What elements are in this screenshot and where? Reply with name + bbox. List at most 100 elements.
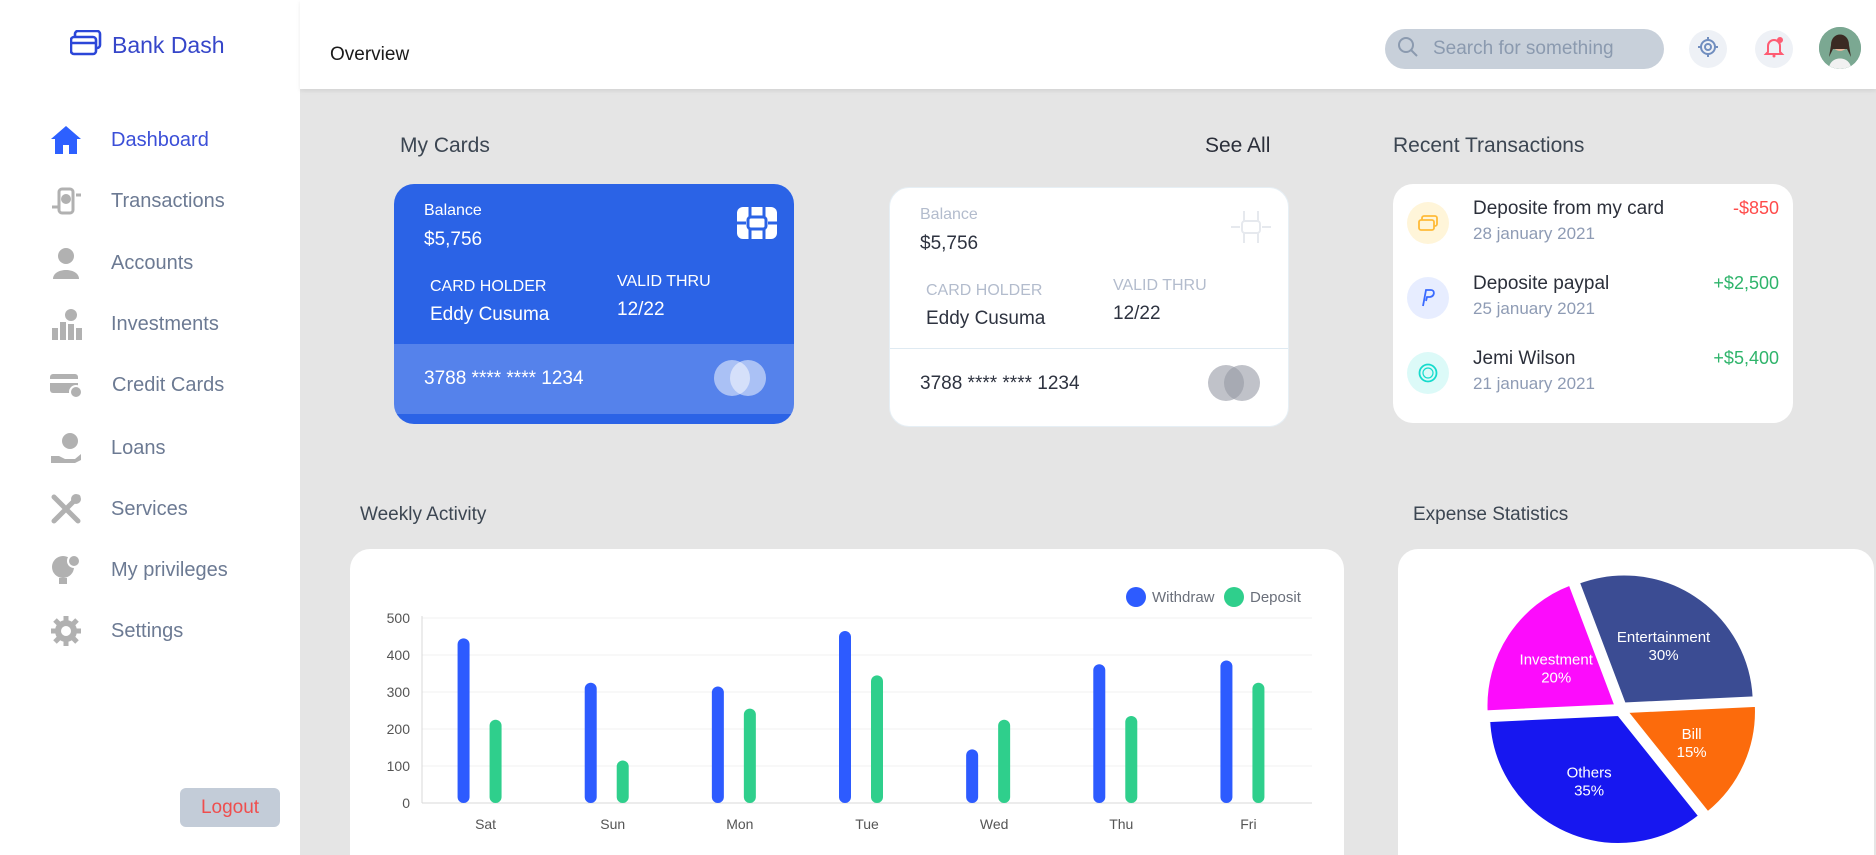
sidebar-item-services[interactable]: Services <box>48 489 188 529</box>
search-icon <box>1397 36 1419 63</box>
x-tick-label: Sun <box>600 816 625 832</box>
cards-logo-icon <box>69 29 102 61</box>
see-all-link[interactable]: See All <box>1205 134 1270 158</box>
sidebar-item-label: Investments <box>111 312 219 335</box>
card-brand-icon <box>1208 365 1262 401</box>
transaction-item[interactable]: Deposite from my card 28 january 2021 -$… <box>1407 194 1779 250</box>
pie-value: 35% <box>1574 783 1604 800</box>
logout-button[interactable]: Logout <box>180 788 280 827</box>
bar-withdraw <box>1093 664 1106 803</box>
sidebar-item-label: Services <box>111 497 188 520</box>
x-tick-label: Tue <box>855 816 879 832</box>
card-brand-icon <box>714 360 768 396</box>
transaction-amount: +$5,400 <box>1713 348 1779 368</box>
transaction-item[interactable]: Jemi Wilson 21 january 2021 +$5,400 <box>1407 344 1779 400</box>
gear-icon <box>1697 36 1719 63</box>
bar-deposit <box>1125 716 1138 803</box>
avatar[interactable] <box>1819 27 1861 69</box>
sidebar-item-label: Dashboard <box>111 128 209 151</box>
sidebar-item-credit-cards[interactable]: Credit Cards <box>48 365 224 405</box>
credit-card-primary[interactable]: Balance $5,756 CARD HOLDER Eddy Cusuma V… <box>394 184 794 424</box>
x-tick-label: Thu <box>1109 816 1133 832</box>
lightbulb-icon <box>48 552 84 588</box>
bell-icon <box>1763 36 1785 63</box>
pie-label: Investment <box>1520 651 1594 668</box>
transaction-item[interactable]: Deposite paypal 25 january 2021 +$2,500 <box>1407 269 1779 325</box>
valid-thru-label: VALID THRU <box>617 273 711 290</box>
paypal-icon <box>1407 277 1449 319</box>
transaction-amount: +$2,500 <box>1713 273 1779 293</box>
sidebar-item-label: Settings <box>111 619 184 642</box>
transaction-date: 28 january 2021 <box>1473 224 1595 243</box>
y-tick-label: 300 <box>387 684 411 700</box>
search-input[interactable] <box>1433 38 1643 60</box>
sidebar-item-label: My privileges <box>111 558 228 581</box>
card-footer: 3788 **** **** 1234 <box>890 348 1288 418</box>
sidebar-item-label: Credit Cards <box>112 373 225 396</box>
brand[interactable]: Bank Dash <box>69 29 225 61</box>
dollar-icon <box>1407 352 1449 394</box>
user-icon <box>48 245 84 281</box>
bar-withdraw <box>1220 660 1233 803</box>
bar-withdraw <box>711 686 724 803</box>
sidebar-item-privileges[interactable]: My privileges <box>48 550 228 590</box>
card-number: 3788 **** **** 1234 <box>424 368 584 389</box>
card-footer: 3788 **** **** 1234 <box>394 344 794 414</box>
pie-label: Bill <box>1682 726 1702 743</box>
bar-withdraw <box>457 638 470 803</box>
balance-label: Balance <box>424 202 482 219</box>
settings-icon <box>48 613 84 649</box>
balance-label: Balance <box>920 206 978 223</box>
sidebar-item-loans[interactable]: Loans <box>48 428 166 468</box>
balance-value: $5,756 <box>424 229 483 250</box>
sidebar-item-accounts[interactable]: Accounts <box>48 243 193 283</box>
sidebar-item-transactions[interactable]: Transactions <box>48 181 225 221</box>
card-icon <box>1407 202 1449 244</box>
expense-statistics-title: Expense Statistics <box>1413 504 1569 525</box>
sidebar-item-label: Loans <box>111 436 166 459</box>
bar-withdraw <box>966 749 979 803</box>
x-tick-label: Mon <box>726 816 753 832</box>
y-tick-label: 100 <box>387 758 411 774</box>
credit-card-icon <box>48 367 84 403</box>
home-icon <box>48 122 84 158</box>
expense-statistics-panel: Entertainment 30% Bill 15% Others 35% Investme… <box>1398 549 1874 855</box>
sidebar-item-dashboard[interactable]: Dashboard <box>48 120 209 160</box>
bar-deposit <box>871 675 883 803</box>
transaction-date: 25 january 2021 <box>1473 299 1595 318</box>
bar-deposit <box>1252 682 1265 803</box>
search-bar[interactable] <box>1385 29 1664 69</box>
y-tick-label: 500 <box>387 610 411 626</box>
card-holder-label: CARD HOLDER <box>430 278 547 295</box>
recent-transactions-panel: Deposite from my card 28 january 2021 -$… <box>1393 184 1793 423</box>
weekly-activity-chart: 0 100 200 300 400 500 Sat Sun Mon Tue Wed Thu Fri <box>387 610 1312 832</box>
expense-pie-chart: Entertainment30% Bill15% Others35% Investme… <box>1484 572 1758 846</box>
pie-value: 30% <box>1649 647 1679 664</box>
investments-icon <box>48 306 84 342</box>
x-tick-label: Fri <box>1240 816 1256 832</box>
my-cards-title: My Cards <box>400 134 490 157</box>
bar-withdraw <box>584 682 597 803</box>
sidebar-item-settings[interactable]: Settings <box>48 611 183 651</box>
sidebar-item-label: Transactions <box>111 189 225 212</box>
sidebar-item-label: Accounts <box>111 251 194 274</box>
sidebar: Bank Dash Dashboard Transactions Account… <box>0 0 300 855</box>
bar-deposit <box>998 719 1011 803</box>
pie-label: Entertainment <box>1617 629 1711 646</box>
notifications-button[interactable] <box>1755 30 1793 68</box>
y-tick-label: 0 <box>402 795 410 811</box>
pie-label: Others <box>1567 765 1612 782</box>
brand-name: Bank Dash <box>112 32 225 58</box>
page-title: Overview <box>330 44 410 65</box>
transaction-title: Deposite from my card <box>1473 198 1665 219</box>
bar-deposit <box>489 719 502 803</box>
credit-card-secondary[interactable]: Balance $5,756 CARD HOLDER Eddy Cusuma V… <box>889 187 1289 427</box>
y-tick-label: 400 <box>387 647 411 663</box>
loan-icon <box>48 430 84 466</box>
sidebar-item-investments[interactable]: Investments <box>48 304 219 344</box>
pie-value: 15% <box>1677 744 1707 761</box>
valid-thru-value: 12/22 <box>617 299 665 320</box>
weekly-activity-panel: Withdraw Deposit 0 100 200 300 400 500 Sat Sun M… <box>350 549 1344 855</box>
settings-button[interactable] <box>1689 30 1727 68</box>
top-header: Overview <box>300 0 1876 89</box>
